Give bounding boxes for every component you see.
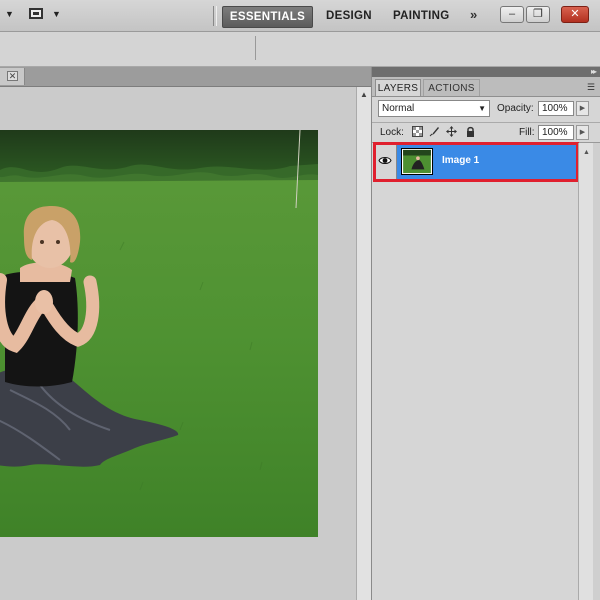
workspace-painting-button[interactable]: PAINTING <box>393 6 450 26</box>
document-image[interactable] <box>0 130 318 537</box>
close-button[interactable]: ✕ <box>561 6 589 23</box>
options-bar <box>0 32 600 67</box>
layer-thumbnail <box>401 148 433 175</box>
close-document-icon[interactable]: ✕ <box>7 71 18 81</box>
layers-scrollbar[interactable]: ▲ <box>578 143 594 600</box>
opacity-slider-arrow-icon[interactable]: ▶ <box>576 101 589 116</box>
lock-all-icon[interactable] <box>465 126 476 137</box>
application-bar: ▼ ▼ ESSENTIALS DESIGN PAINTING » – ❐ ✕ <box>0 0 600 32</box>
opacity-field[interactable]: 100% <box>538 101 574 116</box>
fill-label: Fill: <box>519 127 535 138</box>
tab-actions[interactable]: ACTIONS <box>423 79 480 96</box>
document-tab-strip: ✕ <box>0 67 371 87</box>
dropdown-arrow-icon[interactable]: ▼ <box>5 9 14 19</box>
blend-mode-select[interactable]: Normal ▼ <box>378 100 490 117</box>
workspace-essentials-button[interactable]: ESSENTIALS <box>222 6 313 28</box>
screen-mode-icon[interactable] <box>29 8 43 19</box>
lock-image-pixels-icon[interactable] <box>429 126 440 137</box>
lock-label: Lock: <box>380 127 404 138</box>
options-separator <box>255 36 256 60</box>
minimize-button[interactable]: – <box>500 6 524 23</box>
toolbar-separator <box>213 6 217 26</box>
panel-header-bar[interactable]: ▸▸ <box>372 67 600 77</box>
panel-tabs: LAYERS ACTIONS ☰ <box>372 77 600 97</box>
document-tab[interactable]: ✕ <box>0 68 25 85</box>
lock-transparent-pixels-icon[interactable] <box>412 126 423 137</box>
collapse-panel-icon[interactable]: ▸▸ <box>591 67 597 76</box>
layer-name: Image 1 <box>442 155 480 166</box>
blend-mode-value: Normal <box>382 103 415 114</box>
lock-position-icon[interactable] <box>446 126 457 137</box>
panel-menu-icon[interactable]: ☰ <box>587 82 595 93</box>
visibility-toggle[interactable] <box>376 145 397 179</box>
panel-divider <box>372 122 600 123</box>
layers-list: Image 1 <box>372 142 579 600</box>
fill-slider-arrow-icon[interactable]: ▶ <box>576 125 589 140</box>
layer-row-image-1[interactable]: Image 1 <box>373 142 579 182</box>
canvas-vertical-scrollbar[interactable]: ▲ <box>356 87 372 600</box>
fill-field[interactable]: 100% <box>538 125 574 140</box>
eye-icon <box>378 157 392 164</box>
panel-edge <box>593 143 600 600</box>
opacity-label: Opacity: <box>497 103 534 114</box>
tab-layers[interactable]: LAYERS <box>375 79 421 96</box>
layers-panel: ▸▸ LAYERS ACTIONS ☰ Normal ▼ Opacity: 10… <box>371 67 600 600</box>
restore-button[interactable]: ❐ <box>526 6 550 23</box>
chevron-down-icon: ▼ <box>478 104 486 113</box>
scroll-up-arrow-icon[interactable]: ▲ <box>583 149 590 156</box>
workspace-design-button[interactable]: DESIGN <box>326 6 372 26</box>
more-workspaces-icon[interactable]: » <box>470 7 477 22</box>
screen-mode-dropdown-icon[interactable]: ▼ <box>52 9 61 19</box>
scroll-up-arrow-icon[interactable]: ▲ <box>360 90 368 99</box>
